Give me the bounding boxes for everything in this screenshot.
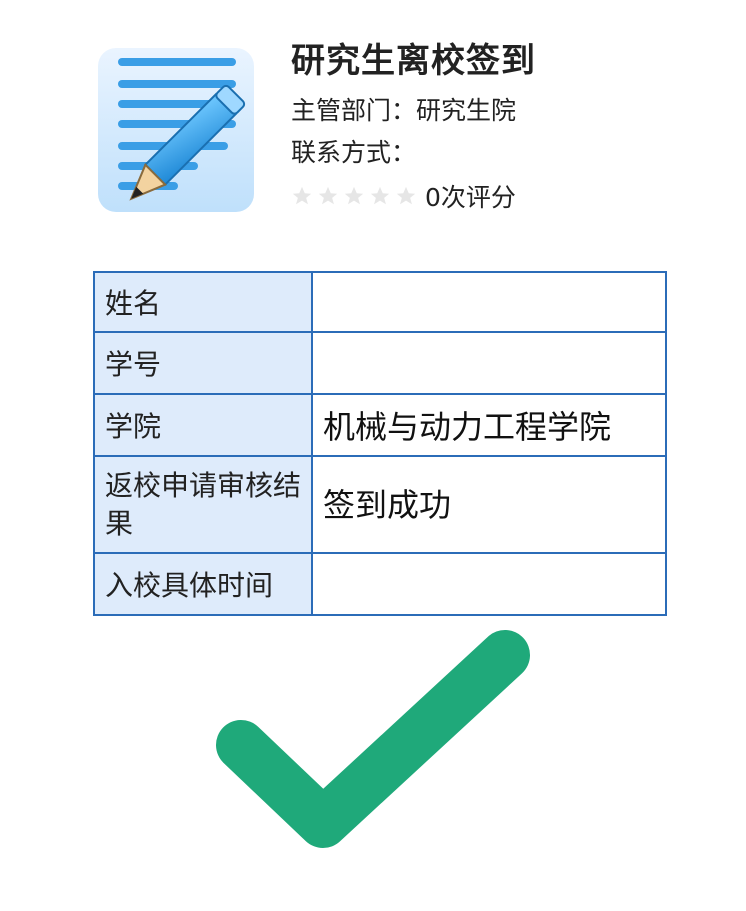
info-table: 姓名 学号 学院 机械与动力工程学院 返校申请审核结果 签到成功 入校具体时间: [93, 271, 667, 616]
row-label-college: 学院: [93, 393, 313, 457]
star-icon: [318, 186, 338, 205]
row-value-entry-time: [311, 552, 667, 616]
document-pencil-icon: [98, 48, 254, 212]
star-icon: [396, 186, 416, 205]
table-row: 学号: [93, 331, 667, 395]
page-title: 研究生离校签到: [291, 41, 536, 81]
app-header: 研究生离校签到 主管部门：研究生院 联系方式： 0次评分: [291, 38, 731, 214]
rating-count: 0次评分: [425, 183, 516, 212]
row-value-student-id: [311, 331, 667, 395]
row-label-student-id: 学号: [93, 331, 313, 395]
contact-row: 联系方式：: [291, 138, 731, 168]
rating-stars: [291, 185, 417, 207]
contact-label: 联系方式：: [291, 138, 417, 167]
table-row: 返校申请审核结果 签到成功: [93, 455, 667, 554]
table-row: 入校具体时间: [93, 552, 667, 616]
table-row: 学院 机械与动力工程学院: [93, 393, 667, 457]
row-value-review-result: 签到成功: [311, 455, 667, 554]
department-value: 研究生院: [416, 96, 517, 125]
row-value-name: [311, 271, 667, 333]
check-icon: [216, 630, 530, 848]
star-icon: [292, 186, 312, 205]
star-icon: [370, 186, 390, 205]
row-label-name: 姓名: [93, 271, 313, 333]
row-label-entry-time: 入校具体时间: [93, 552, 313, 616]
rating-row: 0次评分: [291, 178, 731, 214]
star-icon: [344, 186, 364, 205]
row-label-review-result: 返校申请审核结果: [93, 455, 313, 554]
table-row: 姓名: [93, 271, 667, 333]
department-label: 主管部门：: [291, 96, 417, 125]
department-row: 主管部门：研究生院: [291, 96, 731, 126]
row-value-college: 机械与动力工程学院: [311, 393, 667, 457]
